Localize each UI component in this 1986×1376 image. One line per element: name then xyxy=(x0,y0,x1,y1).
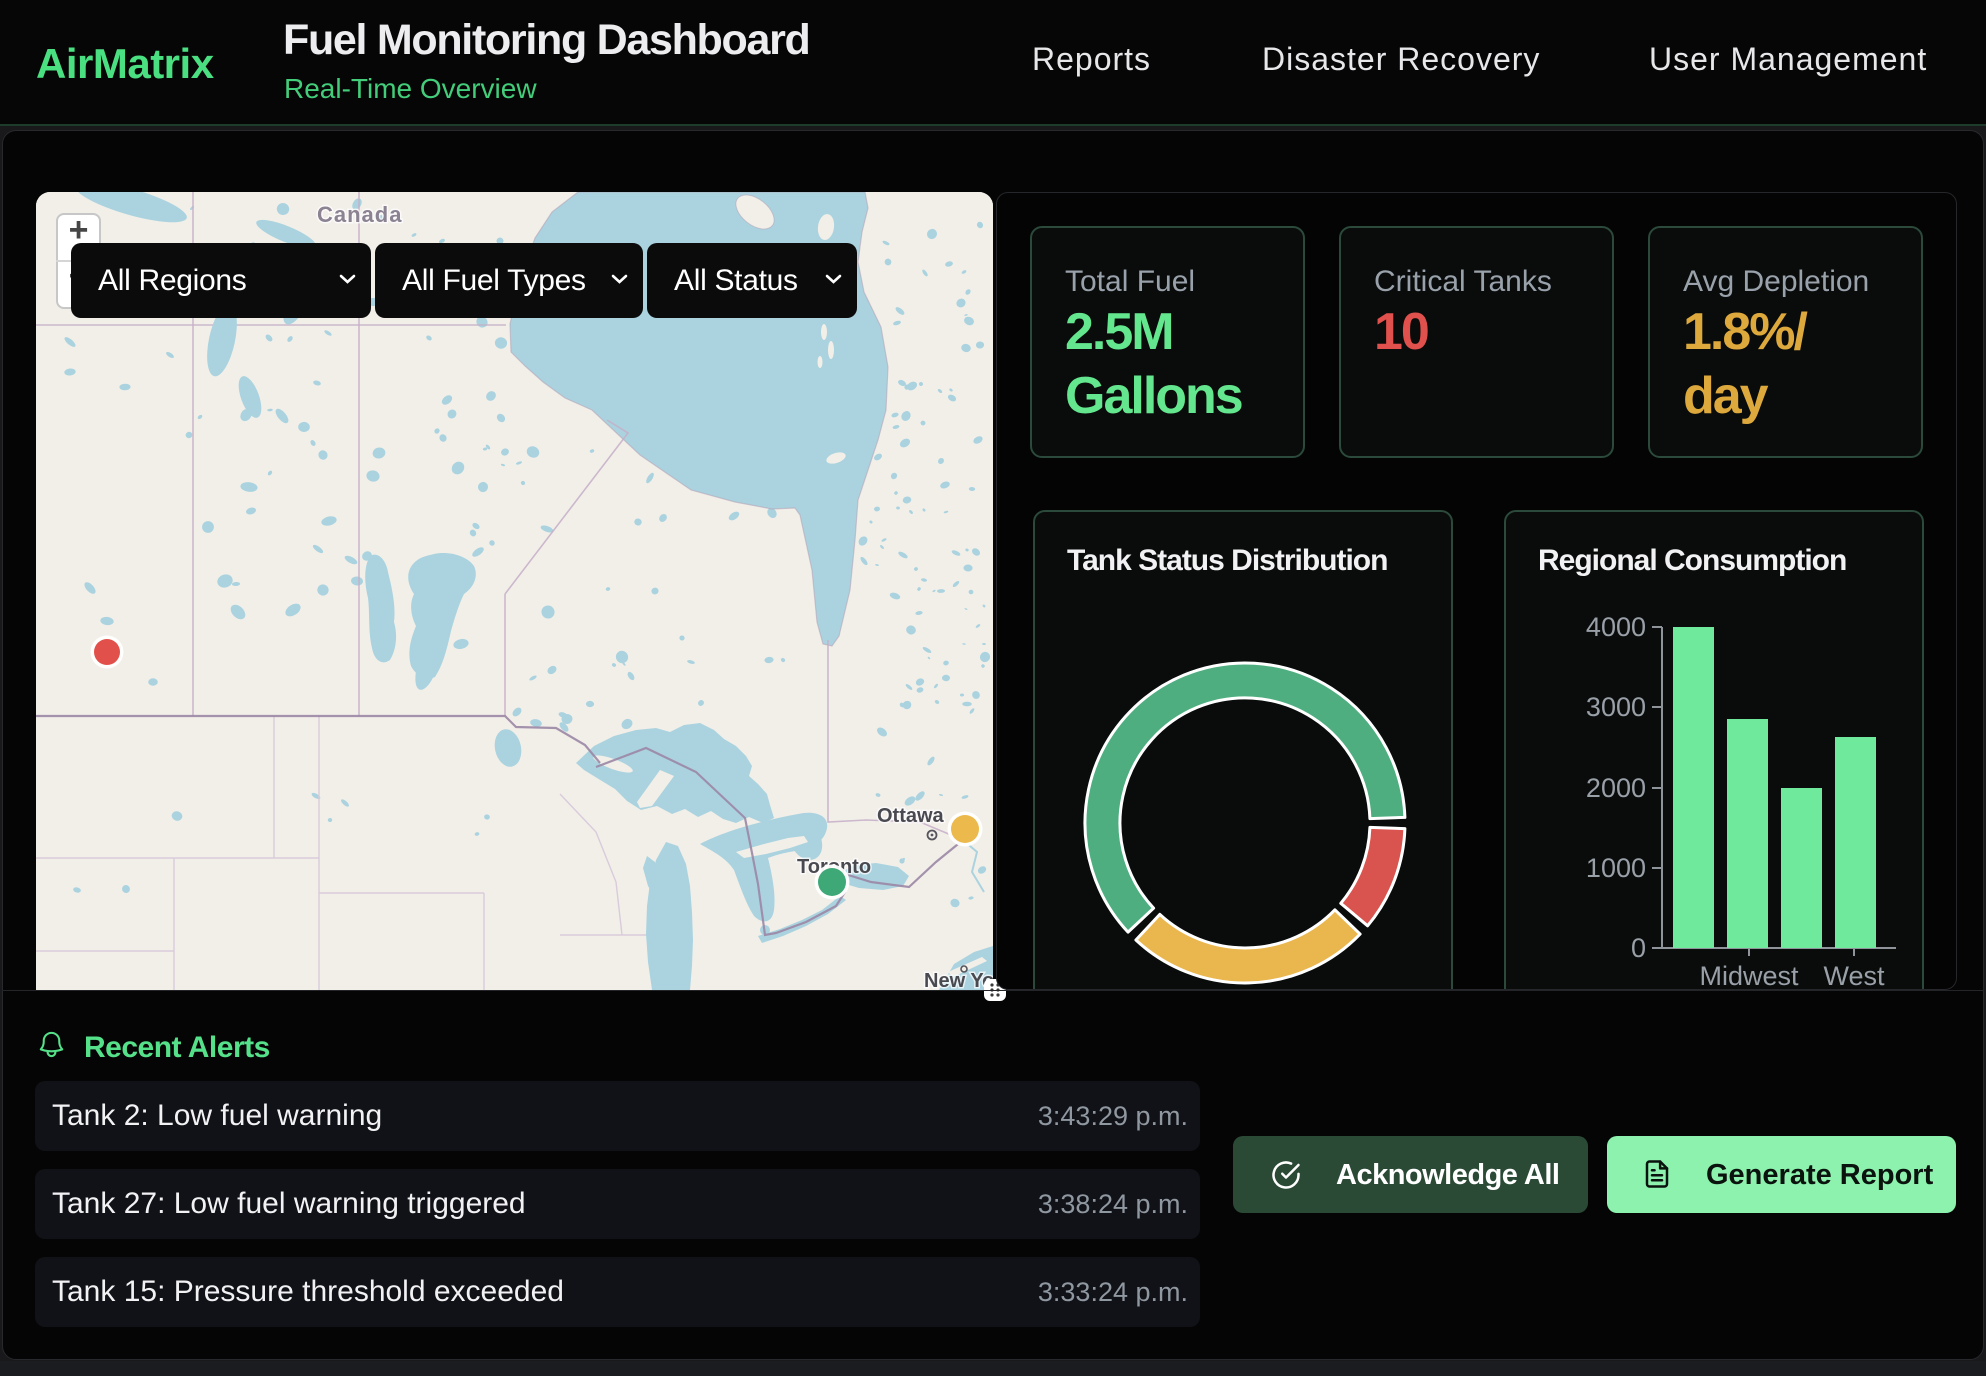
svg-text:New York: New York xyxy=(924,970,993,990)
svg-text:2000: 2000 xyxy=(1586,773,1646,803)
svg-text:4000: 4000 xyxy=(1586,612,1646,642)
svg-text:1000: 1000 xyxy=(1586,853,1646,883)
svg-text:0: 0 xyxy=(1631,933,1646,963)
svg-text:Ottawa: Ottawa xyxy=(877,805,945,827)
svg-text:Canada: Canada xyxy=(317,202,402,227)
svg-text:Midwest: Midwest xyxy=(1699,961,1799,990)
svg-text:3000: 3000 xyxy=(1586,692,1646,722)
svg-text:West: West xyxy=(1823,961,1885,990)
